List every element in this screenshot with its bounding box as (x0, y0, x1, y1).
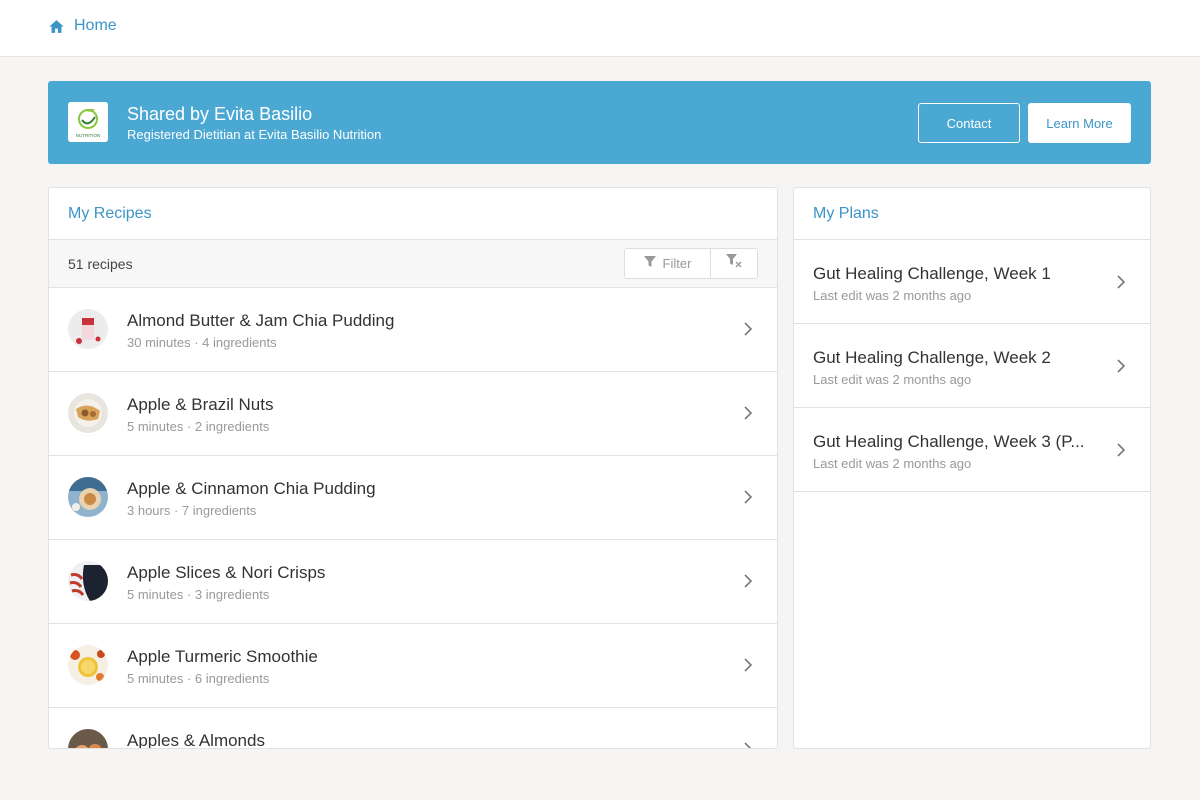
filter-label: Filter (662, 256, 692, 271)
plan-meta: Last edit was 2 months ago (813, 456, 972, 471)
filter-button[interactable]: Filter (625, 249, 711, 278)
contact-button[interactable]: Contact (918, 103, 1020, 143)
nutrition-logo: NUTRITION (68, 102, 108, 142)
recipe-thumbnail (68, 393, 108, 433)
plan-name: Gut Healing Challenge, Week 1 (813, 264, 1051, 283)
recipe-name: Apple Slices & Nori Crisps (127, 563, 326, 582)
recipe-meta: 5 minutes · 2 ingredients (127, 419, 270, 434)
home-link[interactable]: Home (48, 17, 117, 35)
plan-name: Gut Healing Challenge, Week 3 (P... (813, 432, 1085, 451)
chevron-right-icon (743, 657, 753, 673)
recipe-meta: 30 minutes · 4 ingredients (127, 335, 277, 350)
recipes-title: My Recipes (68, 205, 152, 222)
filter-icon (643, 256, 656, 271)
recipe-thumbnail (68, 477, 108, 517)
chevron-right-icon (743, 573, 753, 589)
plans-header: My Plans (794, 188, 1150, 240)
recipe-meta: 5 minutes · 6 ingredients (127, 671, 270, 686)
clear-filter-icon (726, 254, 742, 273)
recipe-row[interactable]: Apples & Almonds (49, 708, 777, 749)
plan-name: Gut Healing Challenge, Week 2 (813, 348, 1051, 367)
plan-meta: Last edit was 2 months ago (813, 372, 972, 387)
recipe-row[interactable]: Almond Butter & Jam Chia Pudding 30 minu… (49, 288, 777, 372)
recipe-thumbnail (68, 729, 108, 748)
plans-title: My Plans (813, 205, 879, 222)
recipe-meta: 3 hours · 7 ingredients (127, 503, 257, 518)
home-icon (48, 18, 65, 35)
plan-row[interactable]: Gut Healing Challenge, Week 2 Last edit … (794, 324, 1150, 408)
recipe-thumbnail (68, 309, 108, 349)
plan-row[interactable]: Gut Healing Challenge, Week 3 (P... Last… (794, 408, 1150, 492)
recipe-thumbnail (68, 561, 108, 601)
recipe-name: Almond Butter & Jam Chia Pudding (127, 311, 395, 330)
chevron-right-icon (743, 405, 753, 421)
clear-filter-button[interactable] (711, 249, 757, 278)
plan-meta: Last edit was 2 months ago (813, 288, 972, 303)
plan-row[interactable]: Gut Healing Challenge, Week 1 Last edit … (794, 240, 1150, 324)
home-label: Home (74, 17, 117, 34)
recipe-thumbnail (68, 645, 108, 685)
recipes-toolbar: 51 recipes Filter (49, 240, 777, 288)
plans-panel: My Plans Gut Healing Challenge, Week 1 L… (793, 187, 1151, 749)
svg-text:NUTRITION: NUTRITION (76, 133, 101, 138)
recipes-panel: My Recipes 51 recipes Filter Almond Butt… (48, 187, 778, 749)
recipe-name: Apple Turmeric Smoothie (127, 647, 318, 666)
recipe-name: Apple & Cinnamon Chia Pudding (127, 479, 376, 498)
shared-by-banner: NUTRITION Shared by Evita Basilio Regist… (48, 81, 1151, 164)
recipe-row[interactable]: Apple Turmeric Smoothie 5 minutes · 6 in… (49, 624, 777, 708)
chevron-right-icon (1116, 358, 1126, 374)
recipe-row[interactable]: Apple & Cinnamon Chia Pudding 3 hours · … (49, 456, 777, 540)
recipe-count: 51 recipes (68, 256, 133, 272)
recipe-name: Apple & Brazil Nuts (127, 395, 274, 414)
chevron-right-icon (1116, 442, 1126, 458)
recipes-header: My Recipes (49, 188, 777, 240)
recipe-meta: 5 minutes · 3 ingredients (127, 587, 270, 602)
recipe-name: Apples & Almonds (127, 731, 265, 749)
recipe-row[interactable]: Apple & Brazil Nuts 5 minutes · 2 ingred… (49, 372, 777, 456)
chevron-right-icon (743, 321, 753, 337)
top-bar: Home (0, 0, 1200, 57)
chevron-right-icon (1116, 274, 1126, 290)
banner-title: Shared by Evita Basilio (127, 104, 313, 124)
chevron-right-icon (743, 489, 753, 505)
recipe-row[interactable]: Apple Slices & Nori Crisps 5 minutes · 3… (49, 540, 777, 624)
chevron-right-icon (743, 741, 753, 748)
banner-subtitle: Registered Dietitian at Evita Basilio Nu… (127, 127, 382, 142)
learn-more-button[interactable]: Learn More (1028, 103, 1131, 143)
filter-group: Filter (624, 248, 758, 279)
